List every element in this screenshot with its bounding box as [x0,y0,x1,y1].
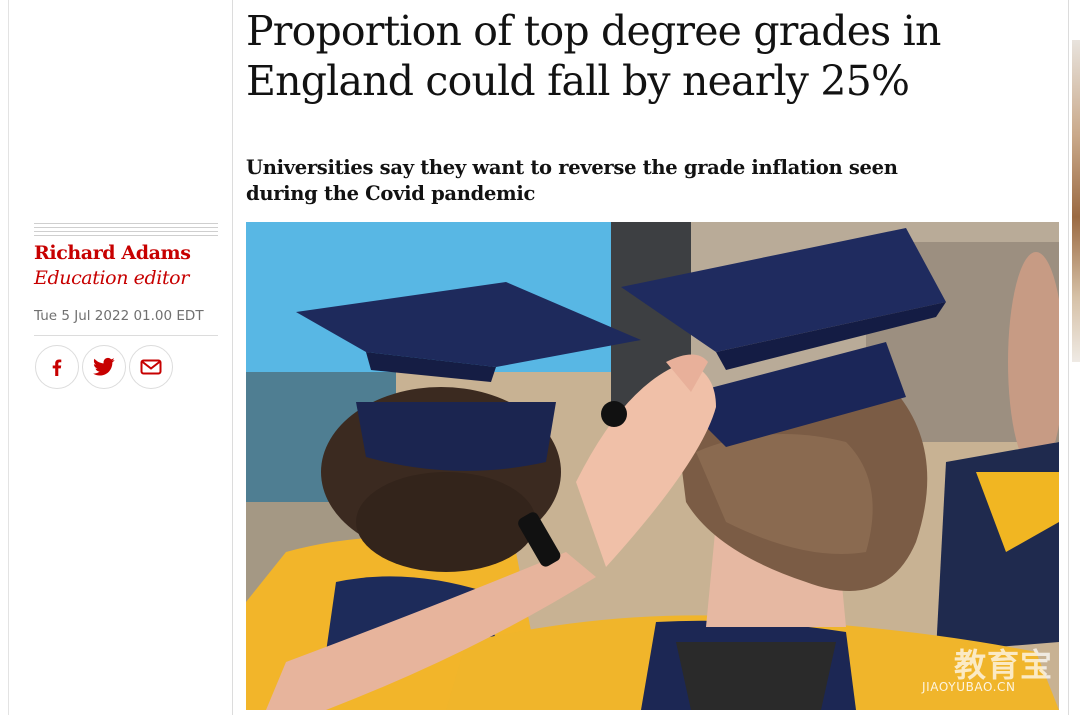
page-left-border [8,0,9,715]
article-standfirst: Universities say they want to reverse th… [246,156,898,205]
author-role: Education editor [34,267,189,289]
publish-date: Tue 5 Jul 2022 01.00 EDT [34,308,204,324]
page-right-border [1068,0,1069,715]
adjacent-image-edge [1072,40,1080,362]
share-email-button[interactable] [129,345,173,389]
meta-separator [34,335,218,336]
article-hero-image [246,222,1059,710]
share-facebook-button[interactable] [35,345,79,389]
article-headline: Proportion of top degree grades in Engla… [246,7,941,105]
twitter-icon [93,357,115,376]
column-divider [232,0,233,715]
watermark: 教育宝 JIAOYUBAO.CN [922,640,1062,700]
author-name-link[interactable]: Richard Adams [34,242,191,264]
meta-divider-lines [34,223,218,237]
watermark-url-text: JIAOYUBAO.CN [922,680,1016,694]
email-icon [140,359,162,375]
facebook-icon [52,359,62,376]
share-twitter-button[interactable] [82,345,126,389]
